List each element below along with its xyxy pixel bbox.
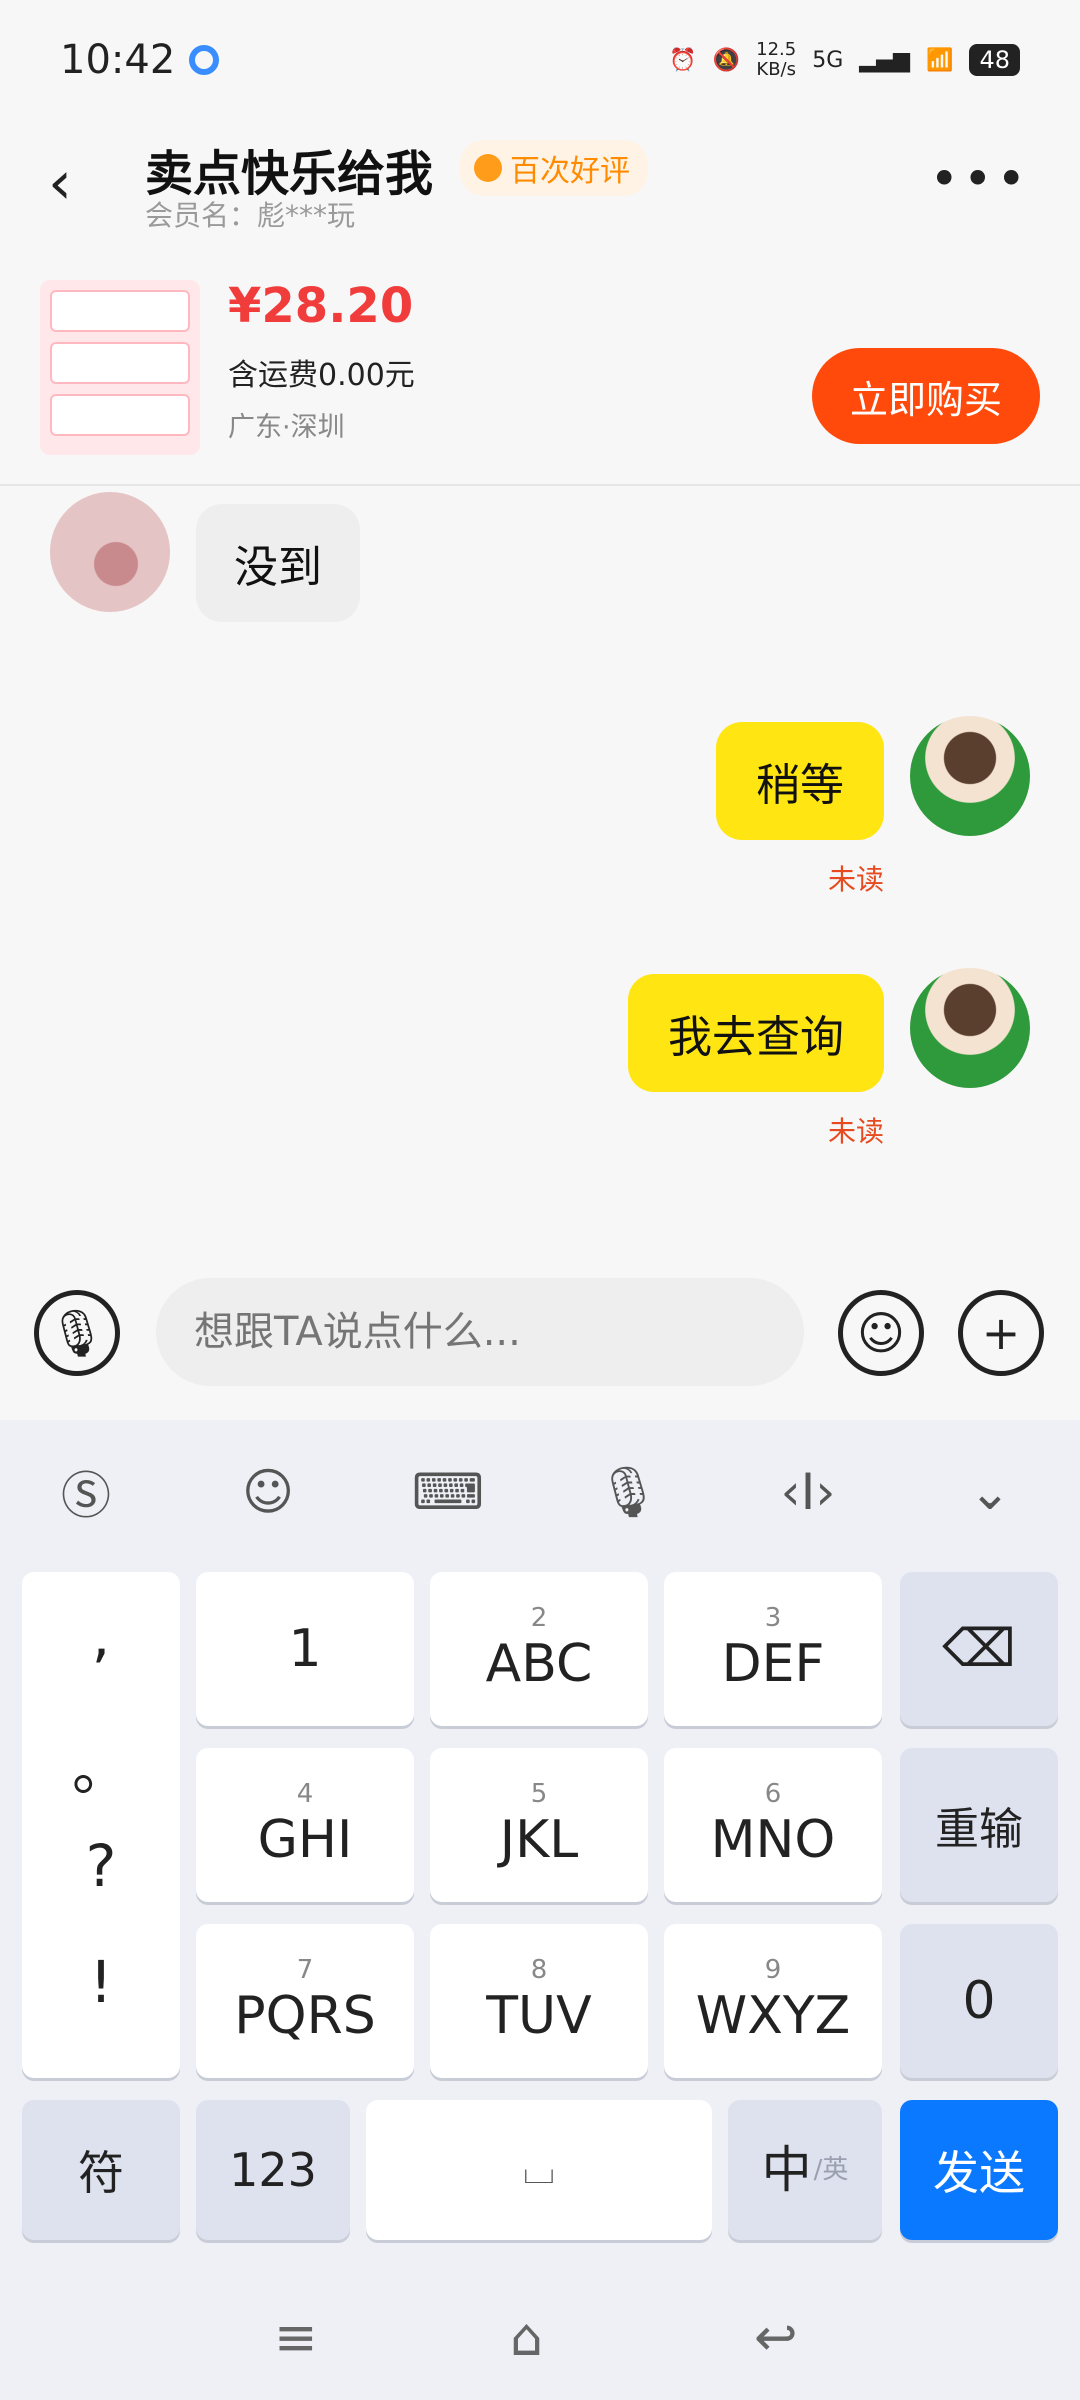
status-icons: ⏰ 🔕 12.5 KB/s 5G ▂▄▆ 📶 48 [669,40,1020,80]
network-speed-value: 12.5 [756,39,797,60]
sogou-logo-icon[interactable]: Ⓢ [52,1458,120,1526]
backspace-icon: ⌫ [942,1619,1016,1679]
send-button[interactable]: 发送 [900,2100,1058,2240]
key-jkl[interactable]: 5 JKL [430,1748,648,1902]
location-icon [189,45,220,75]
soft-keyboard: Ⓢ ☺ ⌨ 🎙 ‹I› ⌄ , 。 ? ! 1 2 ABC 3 DEF ⌫ 4 … [0,1420,1080,2400]
key-1[interactable]: 1 [196,1572,414,1726]
seller-region: 广东·深圳 [228,412,345,443]
key-ghi[interactable]: 4 GHI [196,1748,414,1902]
key-sub: 4 [296,1779,314,1809]
chat-header: ‹ 卖点快乐给我 百次好评 会员名：彪***玩 ••• [0,120,1080,250]
rating-badge: 百次好评 [460,140,648,196]
key-sub: 6 [764,1779,782,1809]
key-sub: 9 [764,1955,782,1985]
coupon-graphic [50,290,190,332]
key-main: ABC [485,1634,593,1694]
key-main: MNO [710,1810,836,1870]
read-status: 未读 [827,863,884,896]
key-0[interactable]: 0 [900,1924,1058,2078]
keyboard-toolbar: Ⓢ ☺ ⌨ 🎙 ‹I› ⌄ [0,1420,1080,1560]
punctuation-column[interactable]: , 。 ? ! [22,1572,180,2078]
punct-key[interactable]: 。 [22,1722,180,1806]
emoji-icon[interactable]: ☺ [838,1290,924,1376]
product-price: ¥28.20 [228,278,414,334]
key-main: WXYZ [695,1986,851,2046]
punct-key[interactable]: , [22,1602,180,1670]
plus-icon[interactable]: + [958,1290,1044,1376]
punct-key[interactable]: ! [22,1948,180,2016]
key-pqrs[interactable]: 7 PQRS [196,1924,414,2078]
key-tuv[interactable]: 8 TUV [430,1924,648,2078]
key-sub: 7 [296,1955,314,1985]
key-sub: 2 [530,1603,548,1633]
clock-text: 10:42 [60,37,176,83]
reinput-key[interactable]: 重输 [900,1748,1058,1902]
network-speed: 12.5 KB/s [756,40,796,80]
symbols-key[interactable]: 符 [22,2100,180,2240]
back-nav-icon[interactable]: ↩ [754,2308,798,2368]
key-main: TUV [486,1986,592,2046]
message-input-bar: 🎙 ☺ + [0,1266,1080,1420]
lang-main: 中 [761,2141,812,2199]
seller-avatar[interactable] [50,492,170,612]
menu-icon[interactable]: ≡ [274,2308,318,2368]
thumbs-up-icon [474,154,502,182]
key-main: PQRS [234,1986,376,2046]
chat-area[interactable]: 没到 稍等 未读 我去查询 未读 [0,486,1080,1266]
key-main: 1 [288,1619,322,1679]
mute-icon: 🔕 [712,47,741,73]
coupon-graphic [50,342,190,384]
key-sub: 3 [764,1603,782,1633]
user-avatar[interactable] [910,968,1030,1088]
alarm-icon: ⏰ [669,47,697,73]
key-wxyz[interactable]: 9 WXYZ [664,1924,882,2078]
status-time: 10:42 [60,37,220,83]
message-bubble-incoming[interactable]: 没到 [196,504,360,622]
space-mic-icon: ⌴ [523,2147,555,2193]
punct-key[interactable]: ? [22,1832,180,1900]
numbers-key[interactable]: 123 [196,2100,350,2240]
lang-sub: /英 [813,2155,849,2185]
network-speed-unit: KB/s [756,59,796,80]
backspace-key[interactable]: ⌫ [900,1572,1058,1726]
system-nav-bar: ≡ ⌂ ↩ [0,2280,1080,2400]
user-avatar[interactable] [910,716,1030,836]
wifi-icon: 📶 [926,47,954,73]
key-def[interactable]: 3 DEF [664,1572,882,1726]
rating-badge-label: 百次好评 [510,154,630,189]
key-abc[interactable]: 2 ABC [430,1572,648,1726]
battery-indicator: 48 [969,44,1020,76]
space-key[interactable]: ⌴ [366,2100,712,2240]
read-status: 未读 [827,1115,884,1148]
signal-icon: ▂▄▆ [859,47,911,73]
buy-now-button[interactable]: 立即购买 [812,348,1040,444]
message-input[interactable] [156,1278,804,1386]
voice-icon[interactable]: 🎙 [34,1290,120,1376]
home-icon[interactable]: ⌂ [510,2308,543,2368]
more-icon[interactable]: ••• [930,150,1030,208]
back-icon[interactable]: ‹ [48,148,72,218]
signal-label: 5G [812,47,844,73]
key-main: GHI [257,1810,353,1870]
key-sub: 8 [530,1955,548,1985]
shipping-fee: 含运费0.00元 [228,358,415,393]
key-sub: 5 [530,1779,548,1809]
coupon-graphic [50,394,190,436]
member-name: 会员名：彪***玩 [145,199,356,232]
cursor-move-icon[interactable]: ‹I› [774,1458,842,1526]
key-main: DEF [721,1634,825,1694]
status-bar: 10:42 ⏰ 🔕 12.5 KB/s 5G ▂▄▆ 📶 48 [0,0,1080,120]
key-main: JKL [499,1810,579,1870]
key-mno[interactable]: 6 MNO [664,1748,882,1902]
product-card[interactable]: ¥28.20 含运费0.00元 广东·深圳 立即购买 [0,250,1080,486]
voice-input-icon[interactable]: 🎙 [594,1458,662,1526]
collapse-keyboard-icon[interactable]: ⌄ [956,1458,1024,1526]
emoji-panel-icon[interactable]: ☺ [234,1458,302,1526]
message-bubble-outgoing[interactable]: 稍等 [716,722,884,840]
language-switch-key[interactable]: 中 /英 [728,2100,882,2240]
keyboard-layout-icon[interactable]: ⌨ [412,1458,484,1526]
message-bubble-outgoing[interactable]: 我去查询 [628,974,884,1092]
product-thumbnail[interactable] [40,280,200,455]
